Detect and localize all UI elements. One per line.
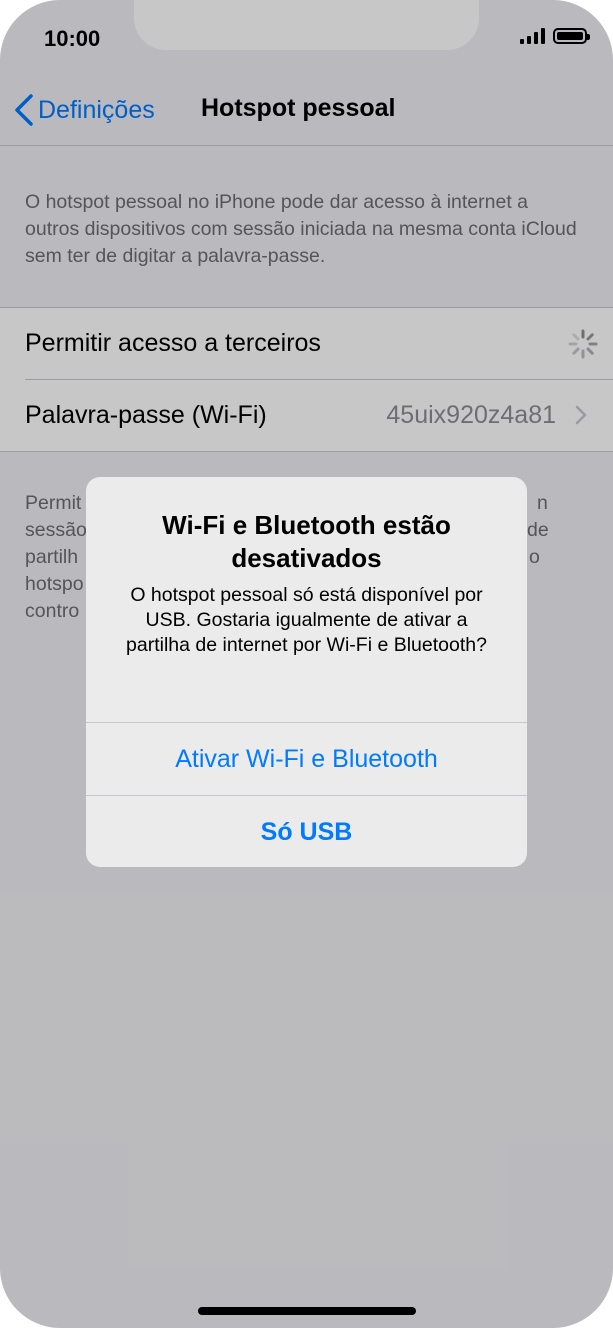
home-indicator[interactable] <box>198 1307 416 1315</box>
usb-only-button[interactable]: Só USB <box>86 795 527 867</box>
alert-dialog: Wi-Fi e Bluetooth estão desativados O ho… <box>86 477 527 867</box>
alert-message: O hotspot pessoal só está disponível por… <box>126 584 487 656</box>
alert-title: Wi-Fi e Bluetooth estão desativados <box>162 510 451 573</box>
phone-screen: 10:00 Definições Hotspot pessoal O hotsp… <box>0 0 613 1328</box>
enable-wifi-bluetooth-button[interactable]: Ativar Wi-Fi e Bluetooth <box>86 722 527 795</box>
